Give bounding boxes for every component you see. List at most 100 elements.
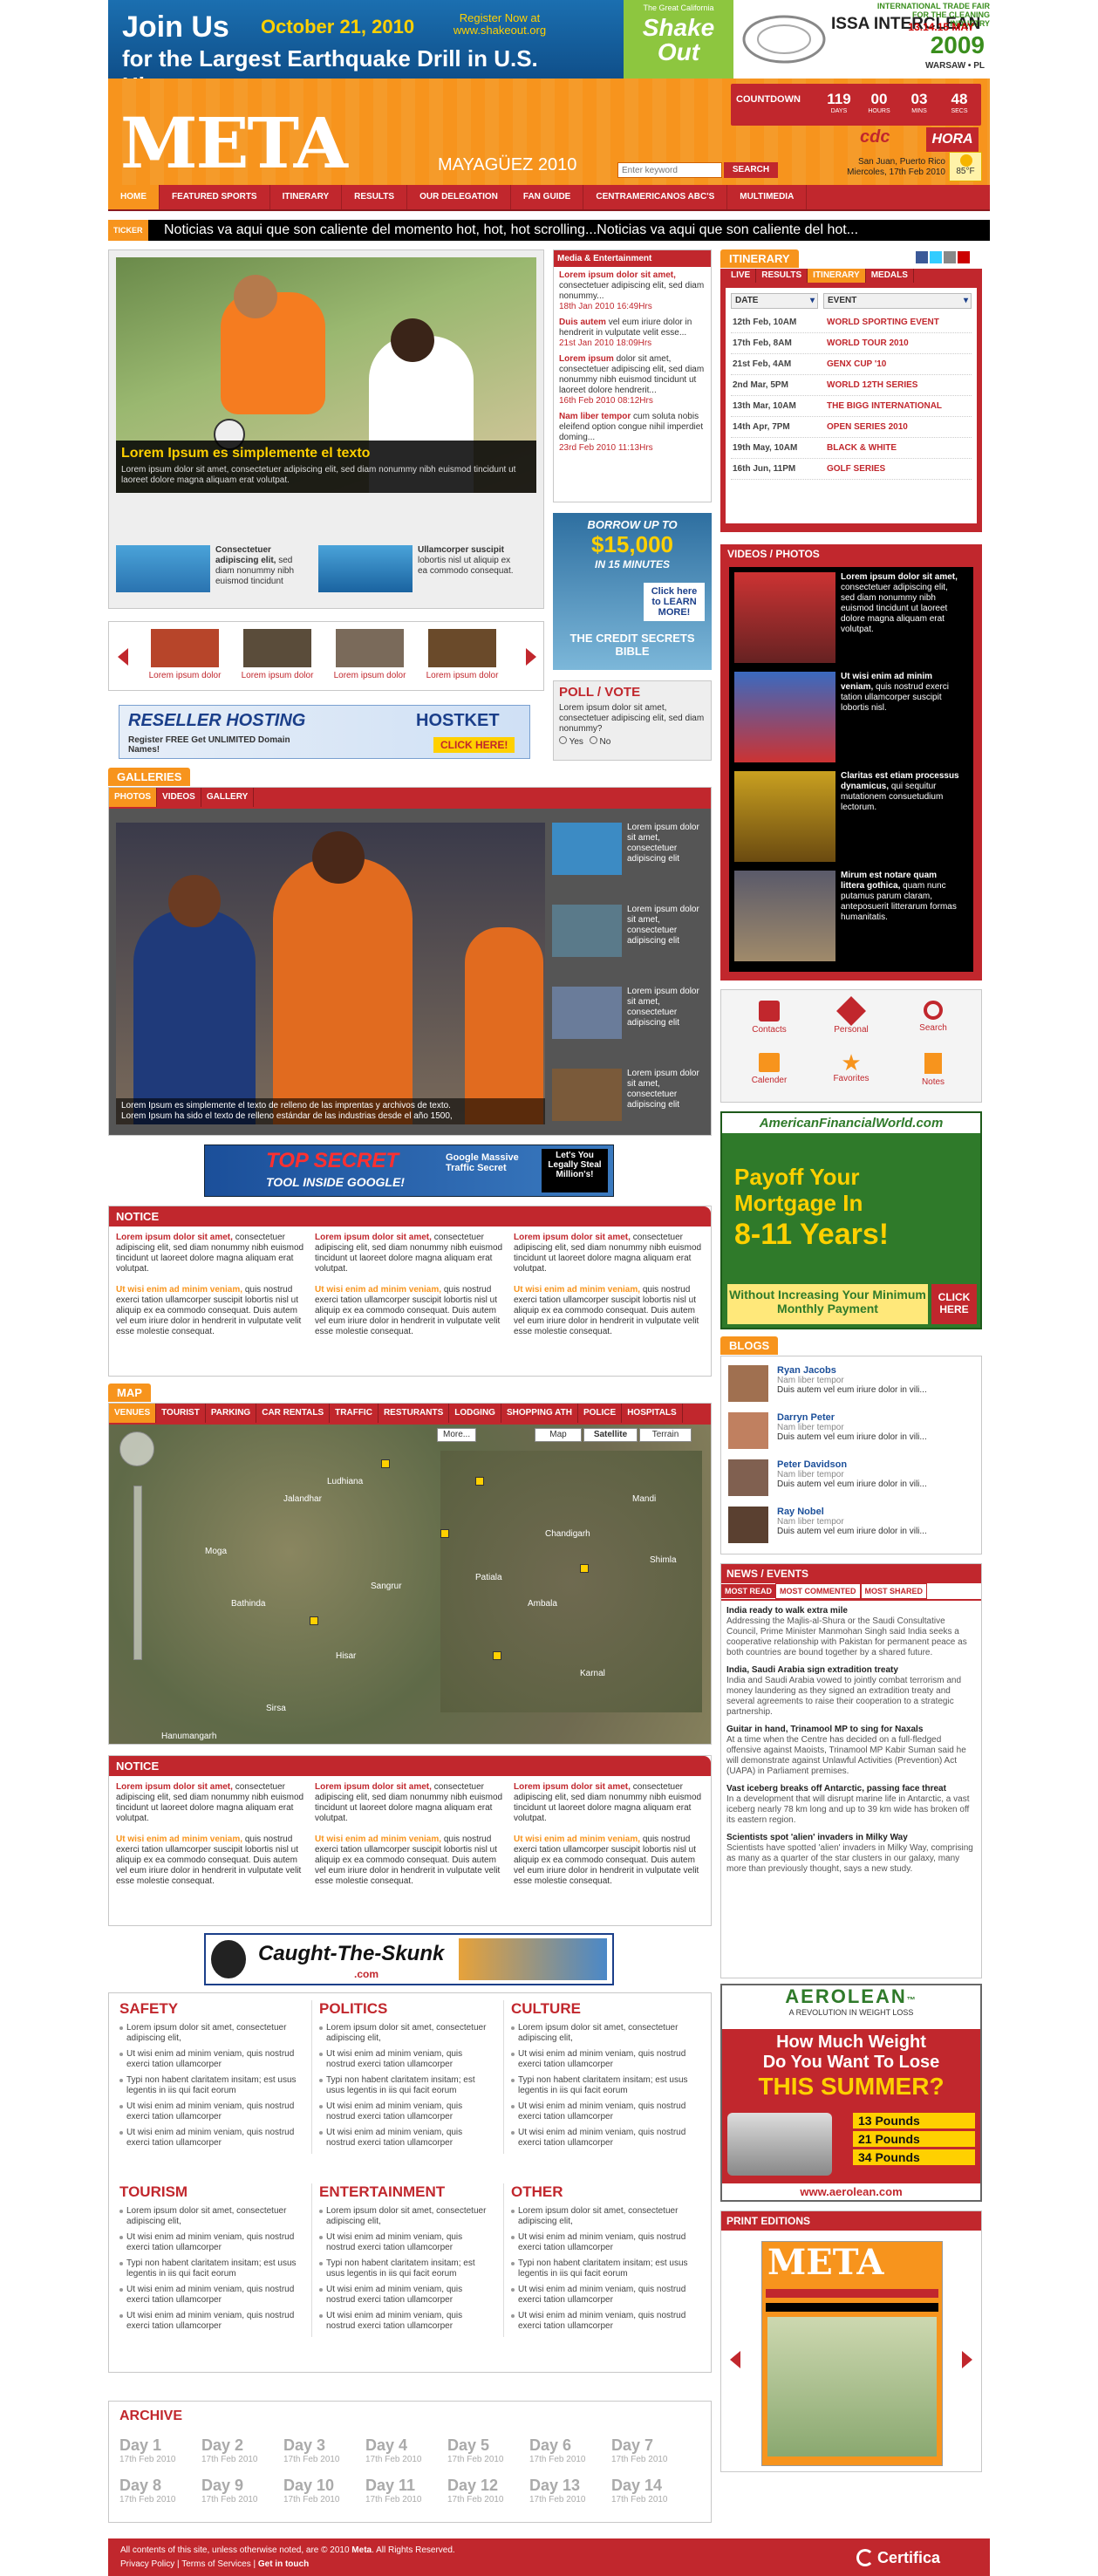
- itinerary-event[interactable]: GOLF SERIES: [827, 464, 885, 474]
- map-zoom-slider[interactable]: [133, 1486, 142, 1660]
- news-headline[interactable]: India ready to walk extra mile: [726, 1606, 976, 1616]
- tool-calender[interactable]: Calender: [739, 1053, 800, 1085]
- skunk-ad[interactable]: Caught-The-Skunk .com: [204, 1933, 614, 1985]
- reseller-hosting-ad[interactable]: RESELLER HOSTING Register FREE Get UNLIM…: [119, 705, 530, 759]
- itinerary-row[interactable]: 12th Feb, 10AM WORLD SPORTING EVENT: [731, 312, 972, 333]
- tool-favorites[interactable]: ★ Favorites: [821, 1051, 882, 1083]
- print-prev-icon[interactable]: [730, 2351, 740, 2368]
- category-title[interactable]: POLITICS: [319, 2000, 493, 2018]
- category-item[interactable]: Ut wisi enim ad minim veniam, quis nostr…: [511, 2049, 695, 2070]
- gallery-side-thumb[interactable]: [552, 1069, 622, 1121]
- thumb-title[interactable]: Consectetuer adipiscing elit,: [215, 545, 276, 565]
- gallery-side-thumb[interactable]: [552, 823, 622, 875]
- itinerary-event[interactable]: OPEN SERIES 2010: [827, 422, 908, 432]
- ticker-text[interactable]: Noticias va aqui que son caliente del mo…: [164, 220, 984, 241]
- blog-item[interactable]: Ryan Jacobs Nam liber tempor Duis autem ve…: [728, 1365, 974, 1407]
- poll-yes-radio[interactable]: [559, 736, 567, 744]
- twitter-icon[interactable]: [930, 251, 942, 263]
- map-type-terrain-button[interactable]: Terrain: [639, 1428, 692, 1442]
- gallery-side-thumb[interactable]: [552, 905, 622, 957]
- category-item[interactable]: Typi non habent claritatem insitam; est …: [511, 2258, 695, 2279]
- itinerary-row[interactable]: 16th Jun, 11PM GOLF SERIES: [731, 459, 972, 480]
- itinerary-row[interactable]: 2nd Mar, 5PM WORLD 12TH SERIES: [731, 375, 972, 396]
- youtube-icon[interactable]: [958, 251, 970, 263]
- thumb-image[interactable]: [318, 545, 413, 592]
- itinerary-event[interactable]: WORLD TOUR 2010: [827, 338, 909, 348]
- borrow-learn-button[interactable]: Click here to LEARN MORE!: [644, 583, 705, 621]
- archive-day[interactable]: Day 2 17th Feb 2010: [201, 2436, 280, 2464]
- archive-day[interactable]: Day 1 17th Feb 2010: [119, 2436, 198, 2464]
- map-tab-resturants[interactable]: RESTURANTS: [379, 1404, 450, 1423]
- archive-day[interactable]: Day 9 17th Feb 2010: [201, 2477, 280, 2504]
- category-item[interactable]: Ut wisi enim ad minim veniam, quis nostr…: [511, 2128, 695, 2149]
- itinerary-tab-medals[interactable]: MEDALS: [866, 269, 914, 283]
- media-headline[interactable]: Lorem ipsum dolor sit amet,: [559, 270, 676, 280]
- category-item[interactable]: Lorem ipsum dolor sit amet, consectetuer…: [119, 2206, 301, 2227]
- category-item[interactable]: Ut wisi enim ad minim veniam, quis nostr…: [319, 2128, 493, 2149]
- map-tab-lodging[interactable]: LODGING: [449, 1404, 501, 1423]
- search-button[interactable]: SEARCH: [724, 162, 778, 178]
- reseller-click-button[interactable]: CLICK HERE!: [433, 737, 515, 753]
- category-title[interactable]: TOURISM: [119, 2183, 301, 2201]
- top-banner-ad[interactable]: Join Us October 21, 2010 Register Now at…: [108, 0, 990, 99]
- thumb-title[interactable]: Ullamcorper suscipit: [418, 545, 504, 555]
- notice-headline-2[interactable]: Ut wisi enim ad minim veniam,: [315, 1285, 441, 1295]
- map-marker-icon[interactable]: [493, 1651, 501, 1660]
- notice-headline-2[interactable]: Ut wisi enim ad minim veniam,: [116, 1285, 242, 1295]
- video-thumb[interactable]: [734, 572, 835, 663]
- carousel-prev-icon[interactable]: [118, 648, 128, 666]
- notice-headline-2[interactable]: Ut wisi enim ad minim veniam,: [514, 1835, 640, 1844]
- nav-itinerary[interactable]: ITINERARY: [270, 185, 343, 209]
- map-type-map-button[interactable]: Map: [535, 1428, 582, 1442]
- notice-headline[interactable]: Lorem ipsum dolor sit amet,: [116, 1782, 233, 1792]
- video-title[interactable]: Lorem ipsum dolor sit amet,: [841, 572, 958, 582]
- news-tab-most-read[interactable]: MOST READ: [721, 1584, 775, 1598]
- category-item[interactable]: Ut wisi enim ad minim veniam, quis nostr…: [119, 2232, 301, 2253]
- blog-author[interactable]: Peter Davidson: [777, 1459, 974, 1470]
- itinerary-row[interactable]: 14th Apr, 7PM OPEN SERIES 2010: [731, 417, 972, 438]
- blog-item[interactable]: Ray Nobel Nam liber tempor Duis autem vel …: [728, 1507, 974, 1548]
- map-canvas[interactable]: More... Map Satellite Terrain Ludhiana C…: [109, 1425, 711, 1744]
- category-title[interactable]: OTHER: [511, 2183, 695, 2201]
- carousel-thumb[interactable]: [243, 629, 311, 667]
- notice-headline-2[interactable]: Ut wisi enim ad minim veniam,: [116, 1835, 242, 1844]
- print-edition-thumb[interactable]: META: [761, 2241, 943, 2466]
- archive-day[interactable]: Day 12 17th Feb 2010: [447, 2477, 526, 2504]
- blog-author[interactable]: Ryan Jacobs: [777, 1365, 974, 1376]
- map-tab-car-rentals[interactable]: CAR RENTALS: [256, 1404, 331, 1423]
- category-item[interactable]: Ut wisi enim ad minim veniam, quis nostr…: [319, 2232, 493, 2253]
- notice-headline[interactable]: Lorem ipsum dolor sit amet,: [116, 1233, 233, 1242]
- map-type-satellite-button[interactable]: Satellite: [583, 1428, 638, 1442]
- afw-ad[interactable]: AmericanFinancialWorld.com Payoff Your M…: [720, 1111, 982, 1329]
- media-headline[interactable]: Nam liber tempor: [559, 412, 631, 421]
- category-item[interactable]: Lorem ipsum dolor sit amet, consectetuer…: [319, 2023, 493, 2044]
- category-item[interactable]: Lorem ipsum dolor sit amet, consectetuer…: [319, 2206, 493, 2227]
- news-headline[interactable]: Guitar in hand, Trinamool MP to sing for…: [726, 1725, 976, 1735]
- map-pan-control[interactable]: [119, 1431, 154, 1466]
- archive-day[interactable]: Day 7 17th Feb 2010: [611, 2436, 690, 2464]
- video-thumb[interactable]: [734, 672, 835, 762]
- category-item[interactable]: Ut wisi enim ad minim veniam, quis nostr…: [511, 2285, 695, 2306]
- category-item[interactable]: Ut wisi enim ad minim veniam, quis nostr…: [119, 2101, 301, 2122]
- afw-click-button[interactable]: CLICK HERE: [931, 1284, 977, 1324]
- archive-day[interactable]: Day 8 17th Feb 2010: [119, 2477, 198, 2504]
- itinerary-event[interactable]: BLACK & WHITE: [827, 443, 897, 453]
- news-tab-most-commented[interactable]: MOST COMMENTED: [775, 1583, 861, 1599]
- category-item[interactable]: Ut wisi enim ad minim veniam, quis nostr…: [119, 2128, 301, 2149]
- archive-day[interactable]: Day 11 17th Feb 2010: [365, 2477, 444, 2504]
- category-item[interactable]: Ut wisi enim ad minim veniam, quis nostr…: [319, 2101, 493, 2122]
- carousel-caption[interactable]: Lorem ipsum dolor: [144, 671, 226, 680]
- map-marker-icon[interactable]: [580, 1564, 589, 1573]
- category-item[interactable]: Lorem ipsum dolor sit amet, consectetuer…: [119, 2023, 301, 2044]
- category-item[interactable]: Ut wisi enim ad minim veniam, quis nostr…: [511, 2232, 695, 2253]
- nav-multimedia[interactable]: MULTIMEDIA: [727, 185, 808, 209]
- itinerary-tab-itinerary[interactable]: ITINERARY: [808, 269, 866, 283]
- nav-home[interactable]: HOME: [108, 185, 160, 209]
- category-title[interactable]: ENTERTAINMENT: [319, 2183, 493, 2201]
- share-icon[interactable]: [944, 251, 956, 263]
- itinerary-row[interactable]: 19th May, 10AM BLACK & WHITE: [731, 438, 972, 459]
- tool-contacts[interactable]: Contacts: [739, 1001, 800, 1035]
- category-item[interactable]: Typi non habent claritatem insitam; est …: [319, 2258, 493, 2279]
- carousel-caption[interactable]: Lorem ipsum dolor: [329, 671, 411, 680]
- itinerary-event-select[interactable]: EVENT ▾: [823, 293, 972, 309]
